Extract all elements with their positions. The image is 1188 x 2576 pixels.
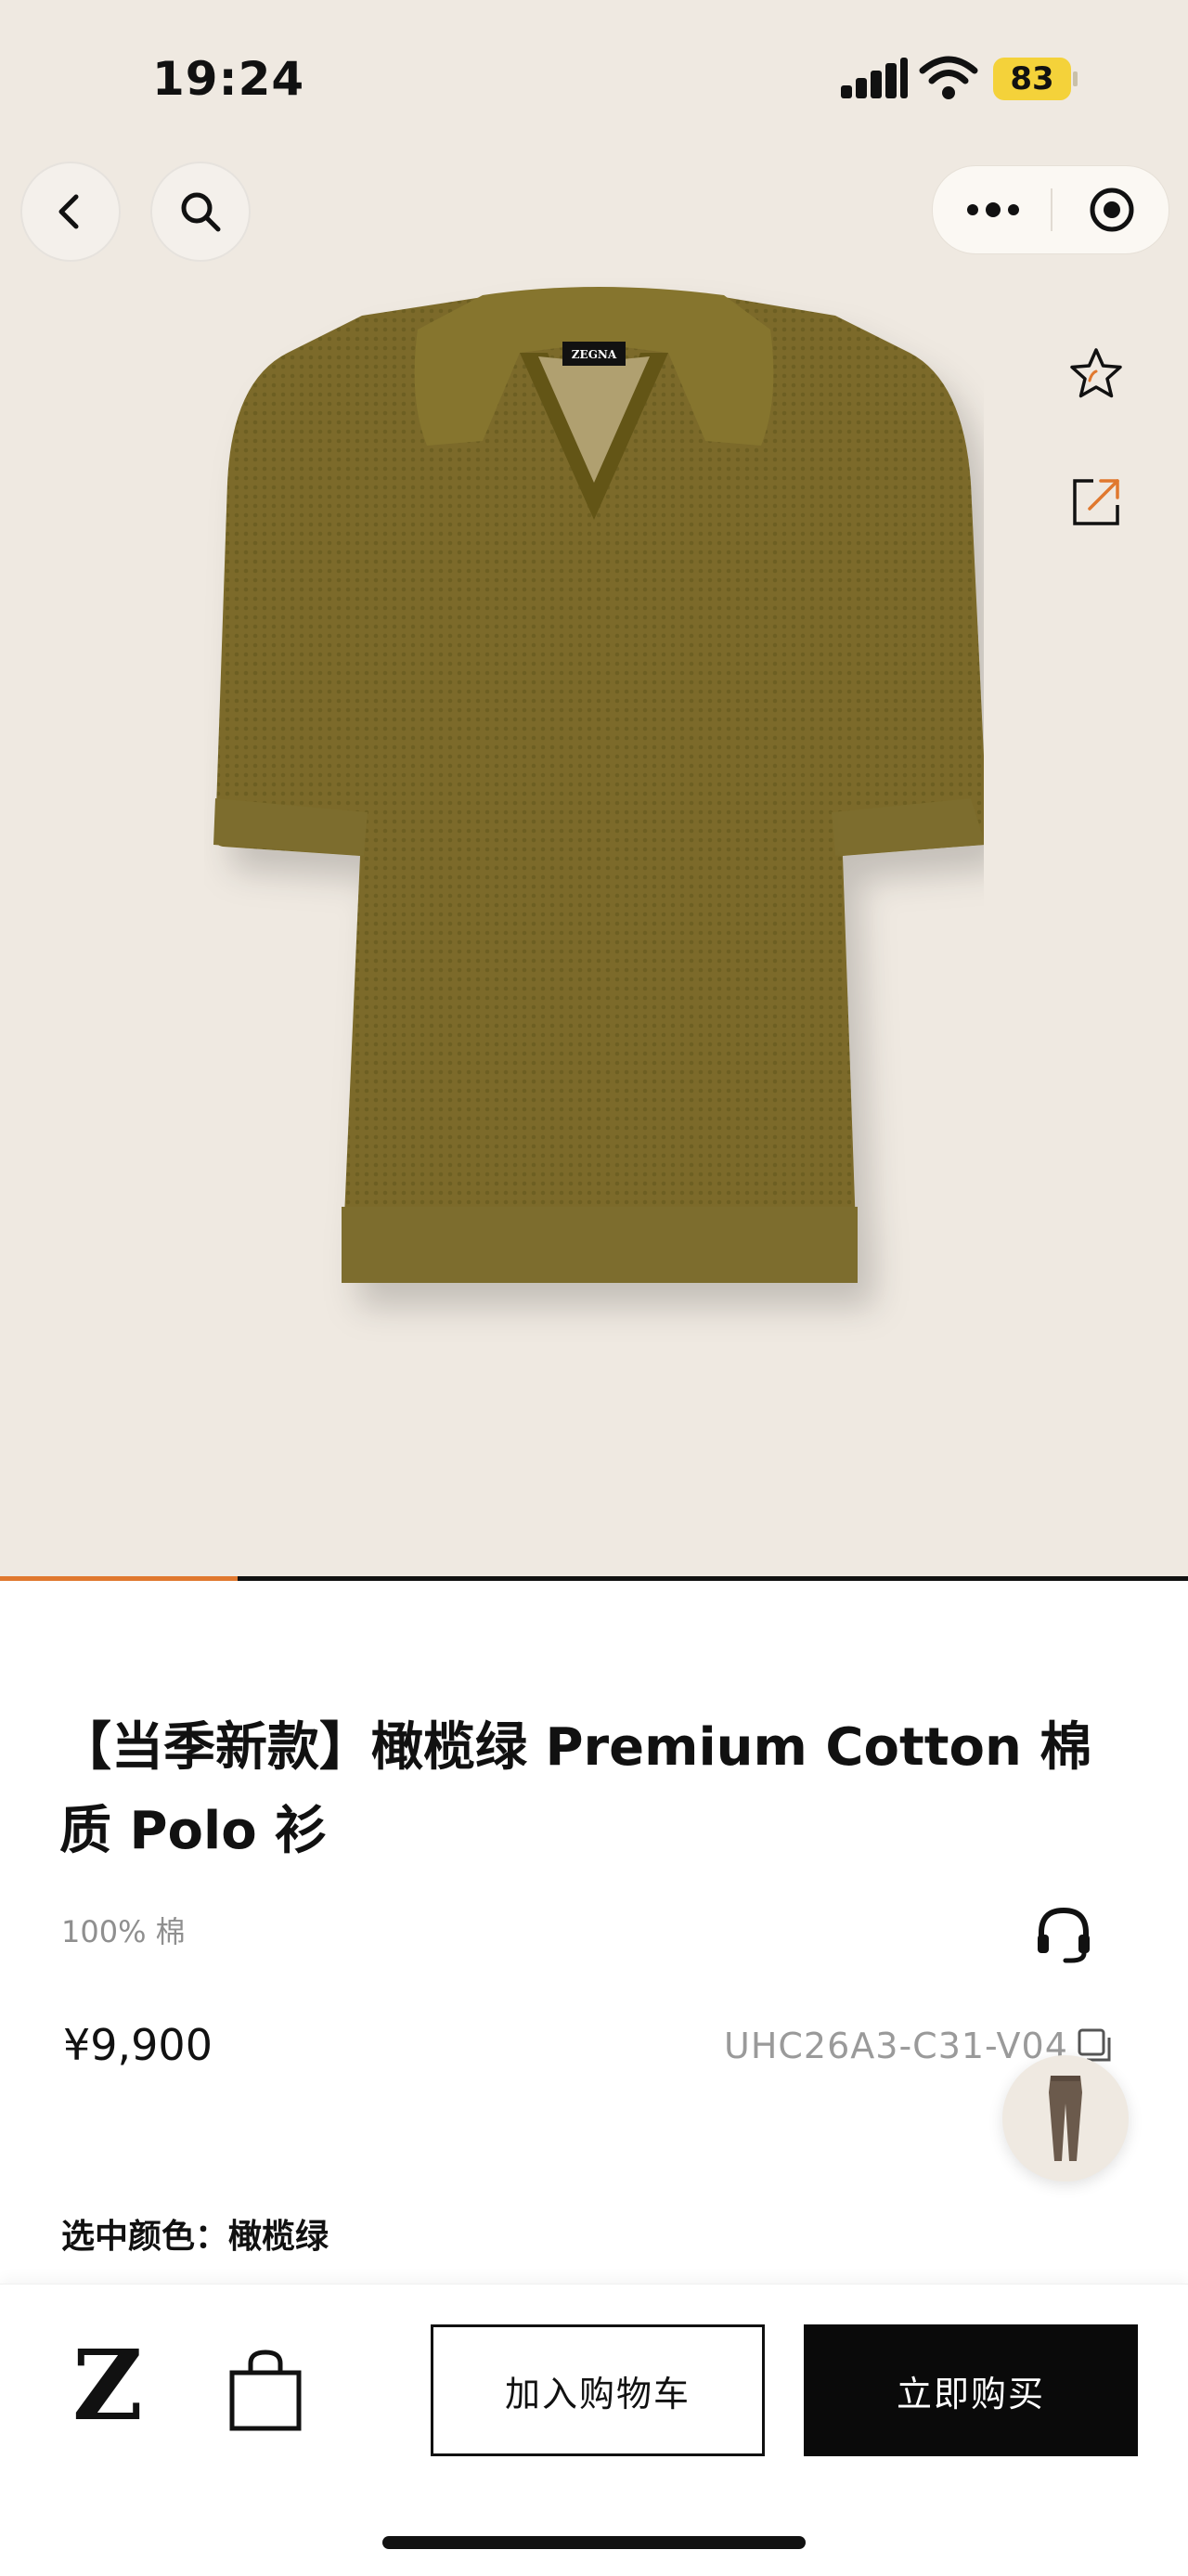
gallery-progress-bar [0,1576,1188,1581]
headset-icon[interactable] [1030,1901,1097,1968]
home-indicator[interactable] [382,2536,806,2549]
back-button[interactable] [20,162,121,262]
product-title: 【当季新款】橄榄绿 Premium Cotton 棉质 Polo 衫 [59,1717,1092,1861]
selected-color-label: 选中颜色： [61,2218,229,2256]
selected-color-value: 橄榄绿 [228,2218,329,2256]
product-material: 100% 棉 [61,1914,186,1949]
signal-icon [841,58,908,98]
more-button[interactable] [951,185,1035,235]
buy-now-button[interactable]: 立即购买 [804,2324,1138,2456]
product-image: ZEGNA [213,287,984,1283]
chevron-left-icon [58,194,79,229]
battery-level: 83 [1010,60,1054,97]
shopping-bag-icon[interactable] [226,2349,304,2432]
status-time: 19:24 [152,52,305,106]
product-price: ¥9,900 [63,2020,213,2070]
star-icon [1070,348,1122,398]
selected-color: 选中颜色：橄榄绿 [61,2209,329,2258]
target-icon [1090,188,1134,232]
svg-text:ZEGNA: ZEGNA [572,348,617,361]
favorite-button[interactable] [1064,342,1129,407]
more-dots-icon [967,202,1019,217]
brand-home-button[interactable]: Z [72,2337,147,2434]
mini-program-capsule [932,165,1169,254]
search-button[interactable] [150,162,251,262]
gallery-progress-fill [0,1576,238,1581]
share-button[interactable] [1064,470,1129,535]
search-icon [181,192,221,232]
related-product-button[interactable] [1002,2055,1129,2181]
share-icon [1073,479,1119,525]
wifi-icon [919,56,978,99]
trousers-thumbnail [1049,2076,1082,2161]
battery-indicator: 83 [993,58,1078,100]
add-to-cart-button[interactable]: 加入购物车 [431,2324,765,2456]
close-capsule-button[interactable] [1070,185,1154,235]
